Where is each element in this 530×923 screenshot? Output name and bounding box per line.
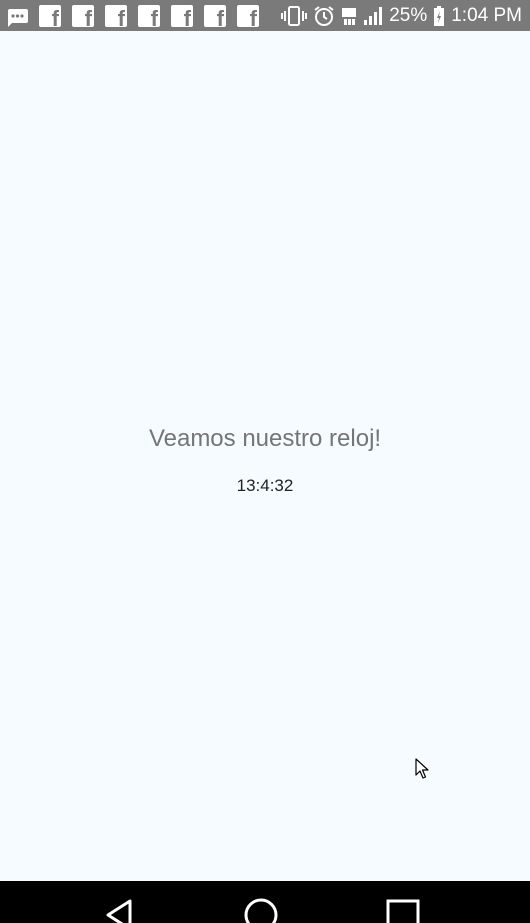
battery-percent: 25%: [389, 4, 428, 26]
navigation-bar: [0, 881, 530, 923]
facebook-icon: f: [171, 4, 193, 27]
system-status-area: 25% 1:04 PM: [281, 5, 522, 27]
back-icon[interactable]: [104, 895, 134, 923]
facebook-icon: f: [237, 4, 259, 27]
page-title: Veamos nuestro reloj!: [148, 425, 382, 452]
status-bar: f f f f f f f 25% 1:04 PM: [0, 0, 530, 31]
app-screen: f f f f f f f 25% 1:04 PM Veamos nuestro…: [0, 0, 530, 923]
facebook-icon: f: [72, 4, 94, 27]
alarm-icon: [313, 5, 335, 27]
vibrate-icon: [281, 5, 308, 27]
facebook-icon: f: [105, 4, 127, 27]
facebook-icon: f: [138, 4, 160, 27]
battery-icon: [433, 5, 445, 27]
mouse-cursor-icon: [415, 758, 429, 779]
facebook-icon: f: [39, 4, 61, 27]
facebook-icon: f: [204, 4, 226, 27]
notification-area: f f f f f f f: [6, 4, 259, 27]
status-time: 1:04 PM: [451, 4, 522, 26]
recents-icon[interactable]: [385, 895, 421, 923]
main-content: Veamos nuestro reloj! 13:4:32: [0, 31, 530, 881]
clock-display: 13:4:32: [236, 476, 294, 495]
4g-icon: [341, 5, 357, 27]
messaging-icon: [6, 5, 28, 27]
signal-icon: [363, 5, 383, 27]
home-icon[interactable]: [243, 895, 279, 923]
